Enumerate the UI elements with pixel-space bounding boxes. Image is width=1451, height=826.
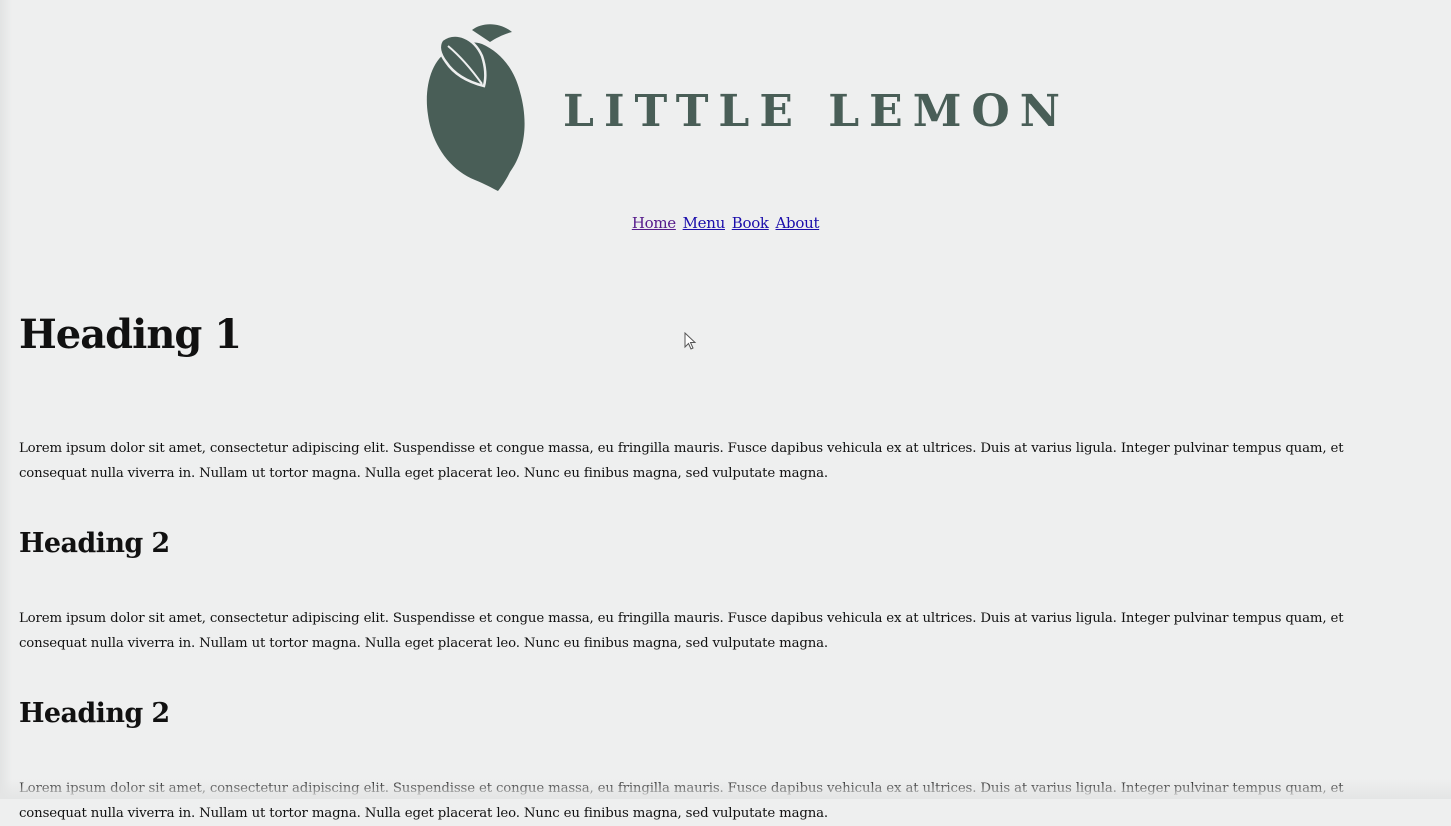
nav-link-about[interactable]: About xyxy=(776,214,820,232)
nav-link-home[interactable]: Home xyxy=(632,214,676,232)
section-heading: Heading 2 xyxy=(19,698,170,729)
brand-name: LITTLE LEMON xyxy=(563,86,1070,137)
site-logo[interactable]: LITTLE LEMON xyxy=(420,20,1060,195)
main-content: Heading 1 Lorem ipsum dolor sit amet, co… xyxy=(19,300,1414,826)
main-nav: Home Menu Book About xyxy=(0,212,1451,234)
nav-link-book[interactable]: Book xyxy=(732,214,769,232)
section-heading: Heading 2 xyxy=(19,528,170,559)
page-heading: Heading 1 xyxy=(19,311,242,358)
nav-link-menu[interactable]: Menu xyxy=(683,214,726,232)
paragraph: Lorem ipsum dolor sit amet, consectetur … xyxy=(19,781,1344,821)
paragraph: Lorem ipsum dolor sit amet, consectetur … xyxy=(19,441,1344,481)
lemon-icon xyxy=(426,24,525,191)
site-header: LITTLE LEMON xyxy=(0,0,1451,200)
paragraph: Lorem ipsum dolor sit amet, consectetur … xyxy=(19,611,1344,651)
mouse-cursor-icon xyxy=(684,332,697,350)
